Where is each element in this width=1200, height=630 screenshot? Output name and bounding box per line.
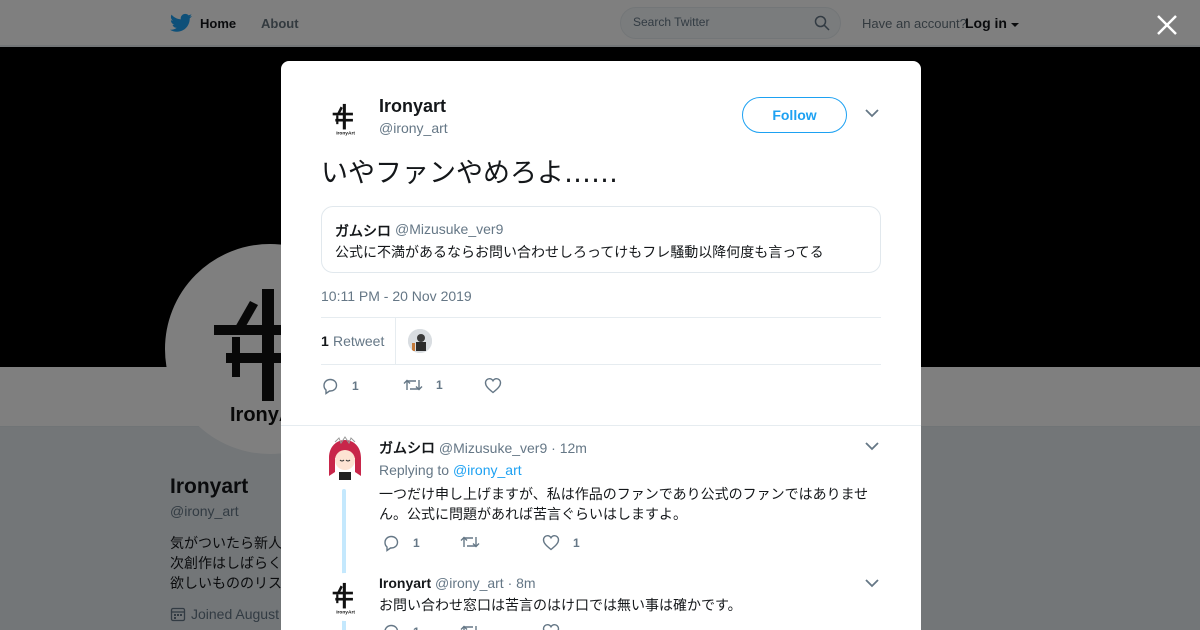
retweet-action[interactable]: [460, 623, 493, 630]
reply-action[interactable]: 1: [382, 534, 420, 552]
reply-icon: [384, 535, 399, 552]
tweet-author-handle[interactable]: @irony_art: [379, 120, 448, 136]
chevron-down-icon[interactable]: [865, 442, 879, 451]
retweet-label[interactable]: Retweet: [333, 333, 384, 349]
anime-avatar-icon: [321, 436, 369, 484]
reply-icon: [384, 624, 399, 630]
thread-line: [342, 626, 346, 630]
heart-icon: [542, 534, 560, 551]
retweet-icon: [460, 625, 477, 630]
retweet-icon: [403, 379, 423, 391]
reply-icon: [323, 378, 338, 395]
retweet-action[interactable]: [460, 534, 493, 550]
stats-divider: [395, 318, 396, 364]
chevron-down-icon[interactable]: [865, 579, 879, 588]
like-count: 1: [573, 535, 580, 550]
quoted-tweet[interactable]: ガムシロ @Mizusuke_ver9 公式に不満があるならお問い合わせしろって…: [321, 206, 881, 273]
reply-author-name[interactable]: Ironyart: [379, 575, 431, 591]
retweet-action[interactable]: 1: [403, 377, 443, 393]
quoted-author-name: ガムシロ: [335, 223, 391, 239]
heart-icon: [542, 623, 560, 630]
quoted-author-handle: @Mizusuke_ver9: [395, 221, 504, 237]
ironyart-logo-icon: IronyArt: [332, 582, 355, 616]
reply-text: お問い合わせ窓口は苦言のはけ口では無い事は確かです。: [379, 597, 742, 613]
ironyart-logo-icon: IronyArt: [332, 103, 355, 137]
reply-header: Ironyart @irony_art · 8m: [379, 575, 536, 591]
replying-to-prefix: Replying to: [379, 462, 450, 478]
follow-button[interactable]: Follow: [742, 97, 847, 133]
reply-action[interactable]: 1: [382, 623, 420, 630]
reply-time[interactable]: · 12m: [551, 440, 587, 456]
reply-count: 1: [413, 625, 420, 630]
quoted-tweet-text: 公式に不満があるならお問い合わせしろってけもフレ騒動以降何度も言ってる: [335, 244, 824, 260]
replying-to: Replying to @irony_art: [379, 462, 522, 478]
tweet-author-avatar[interactable]: IronyArt: [321, 94, 369, 142]
reply-count: 1: [413, 536, 420, 550]
reply-count: 1: [352, 379, 359, 393]
chevron-down-icon[interactable]: [865, 109, 879, 118]
tweet-modal: IronyArt Ironyart @irony_art Follow いやファ…: [281, 61, 921, 630]
reply-author-handle[interactable]: @Mizusuke_ver9: [439, 440, 547, 456]
retweeter-photo-icon: [408, 329, 432, 353]
like-action[interactable]: [542, 623, 573, 630]
reply-author-avatar[interactable]: [321, 436, 369, 484]
reply-header: ガムシロ @Mizusuke_ver9 · 12m: [379, 438, 587, 458]
reply-author-name[interactable]: ガムシロ: [379, 440, 435, 456]
like-action[interactable]: [484, 377, 515, 394]
retweet-count[interactable]: 1: [321, 333, 329, 349]
replying-to-handle[interactable]: @irony_art: [453, 462, 522, 478]
heart-icon: [484, 377, 502, 394]
reply-action[interactable]: 1: [321, 377, 359, 395]
like-action[interactable]: 1: [542, 534, 580, 551]
tweet-timestamp[interactable]: 10:11 PM - 20 Nov 2019: [321, 288, 472, 304]
tweet-stats: 1 Retweet: [321, 317, 881, 365]
tweet-text: いやファンやめろよ……: [321, 158, 618, 189]
reply-author-handle[interactable]: @irony_art: [435, 575, 504, 591]
svg-text:IronyArt: IronyArt: [336, 131, 355, 137]
reply-time[interactable]: · 8m: [508, 575, 536, 591]
section-divider: [281, 416, 921, 426]
reply-text: 一つだけ申し上げますが、私は作品のファンであり公式のファンではありません。公式に…: [379, 486, 869, 522]
retweeter-avatar[interactable]: [408, 329, 432, 353]
reply-author-avatar[interactable]: IronyArt: [321, 573, 369, 621]
retweet-action-count: 1: [436, 378, 443, 392]
close-icon[interactable]: [1155, 13, 1179, 37]
svg-text:IronyArt: IronyArt: [336, 610, 355, 616]
tweet-author-name[interactable]: Ironyart: [379, 96, 446, 117]
retweet-icon: [460, 536, 480, 548]
